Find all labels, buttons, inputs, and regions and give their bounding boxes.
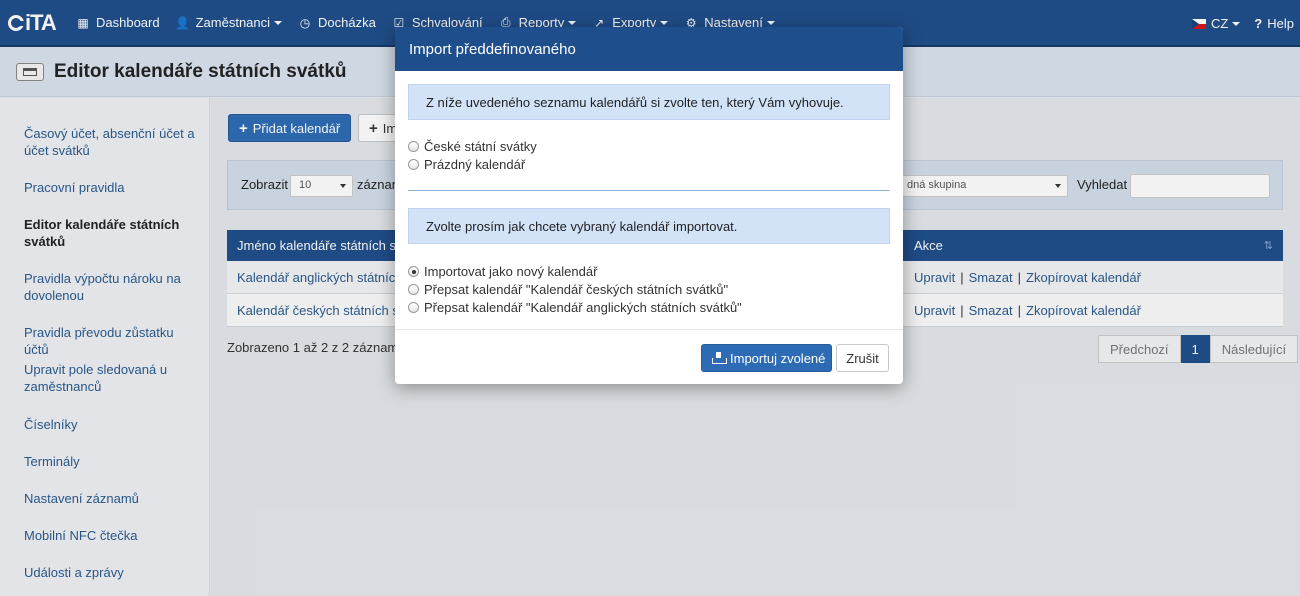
import-icon xyxy=(712,352,727,364)
radio-button[interactable] xyxy=(408,302,419,313)
radio-button[interactable] xyxy=(408,141,419,152)
modal-title: Import předdefinovaného xyxy=(395,27,903,71)
radio-ceske-svatky[interactable]: České státní svátky xyxy=(408,139,537,154)
cancel-button[interactable]: Zrušit xyxy=(836,344,889,372)
radio-button-checked[interactable] xyxy=(408,266,419,277)
info-select-calendar: Z níže uvedeného seznamu kalendářů si zv… xyxy=(408,84,890,120)
import-selected-button[interactable]: Importuj zvolené xyxy=(701,344,832,372)
import-modal: Import předdefinovaného Z níže uvedeného… xyxy=(395,27,903,384)
radio-overwrite-czech[interactable]: Přepsat kalendář "Kalendář českých státn… xyxy=(408,282,728,297)
modal-footer: Importuj zvolené Zrušit xyxy=(395,329,903,384)
modal-divider xyxy=(408,190,890,191)
radio-button[interactable] xyxy=(408,159,419,170)
radio-import-new[interactable]: Importovat jako nový kalendář xyxy=(408,264,597,279)
radio-overwrite-english[interactable]: Přepsat kalendář "Kalendář anglických st… xyxy=(408,300,742,315)
radio-prazdny-kalendar[interactable]: Prázdný kalendář xyxy=(408,157,525,172)
radio-button[interactable] xyxy=(408,284,419,295)
info-import-mode: Zvolte prosím jak chcete vybraný kalendá… xyxy=(408,208,890,244)
